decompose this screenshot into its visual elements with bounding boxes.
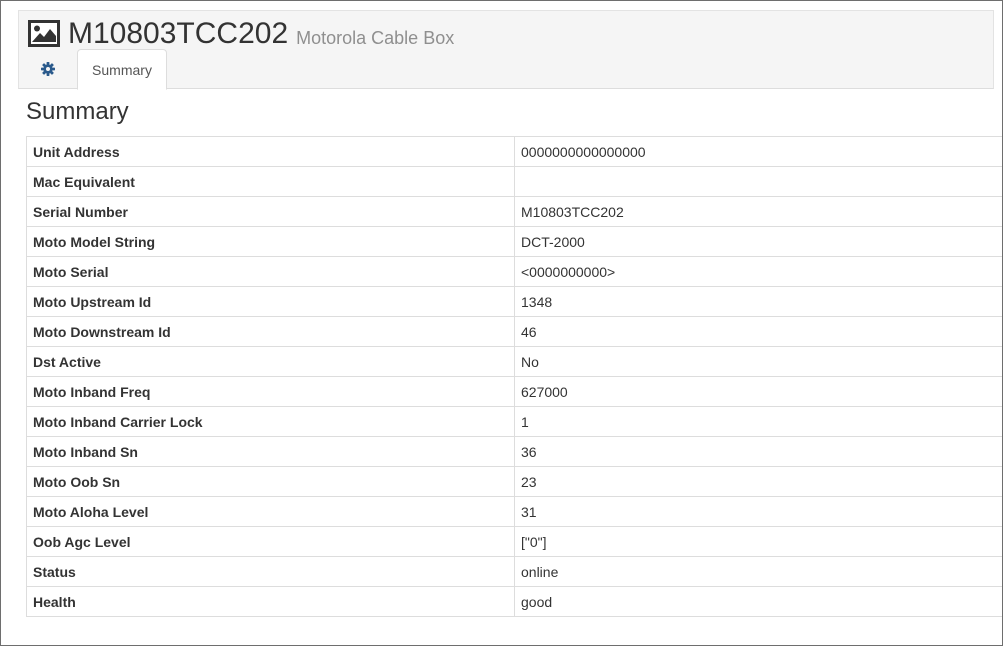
section-title: Summary <box>26 98 129 125</box>
row-value: M10803TCC202 <box>514 196 1002 227</box>
device-type: Motorola Cable Box <box>296 28 455 48</box>
row-value: <0000000000> <box>514 256 1002 287</box>
row-value: 1 <box>514 406 1002 437</box>
row-label: Moto Aloha Level <box>26 496 515 527</box>
row-label: Moto Oob Sn <box>26 466 515 497</box>
row-value: ["0"] <box>514 526 1002 557</box>
row-value: DCT-2000 <box>514 226 1002 257</box>
row-label: Status <box>26 556 515 587</box>
table-row: Moto Aloha Level 31 <box>26 496 1002 527</box>
row-label: Oob Agc Level <box>26 526 515 557</box>
row-label: Moto Inband Sn <box>26 436 515 467</box>
tab-summary[interactable]: Summary <box>77 49 167 90</box>
row-label: Moto Inband Carrier Lock <box>26 406 515 437</box>
table-row: Health good <box>26 586 1002 617</box>
table-row: Moto Oob Sn 23 <box>26 466 1002 497</box>
summary-table: Unit Address 0000000000000000 Mac Equivale… <box>26 136 1002 617</box>
table-row: Moto Inband Carrier Lock 1 <box>26 406 1002 437</box>
table-row: Status online <box>26 556 1002 587</box>
row-label: Dst Active <box>26 346 515 377</box>
table-row: Moto Serial <0000000000> <box>26 256 1002 287</box>
row-label: Mac Equivalent <box>26 166 515 197</box>
tab-bar: Summary <box>19 49 167 90</box>
row-label: Moto Downstream Id <box>26 316 515 347</box>
row-value: 46 <box>514 316 1002 347</box>
row-label: Unit Address <box>26 136 515 167</box>
table-row: Moto Downstream Id 46 <box>26 316 1002 347</box>
row-label: Serial Number <box>26 196 515 227</box>
table-row: Mac Equivalent <box>26 166 1002 197</box>
row-value <box>514 166 1002 197</box>
row-value: 31 <box>514 496 1002 527</box>
image-icon <box>28 20 60 47</box>
row-value: 1348 <box>514 286 1002 317</box>
row-value: 627000 <box>514 376 1002 407</box>
row-label: Moto Inband Freq <box>26 376 515 407</box>
table-row: Moto Inband Freq 627000 <box>26 376 1002 407</box>
device-name: M10803TCC202 <box>68 17 289 50</box>
row-label: Moto Model String <box>26 226 515 257</box>
row-value: 23 <box>514 466 1002 497</box>
gear-icon <box>41 62 55 76</box>
table-row: Serial Number M10803TCC202 <box>26 196 1002 227</box>
tab-settings[interactable] <box>19 49 77 89</box>
row-label: Moto Upstream Id <box>26 286 515 317</box>
row-value: 0000000000000000 <box>514 136 1002 167</box>
title-row: M10803TCC202 Motorola Cable Box <box>28 17 454 51</box>
page-header: M10803TCC202 Motorola Cable Box Summary <box>18 10 994 90</box>
row-value: good <box>514 586 1002 617</box>
row-value: online <box>514 556 1002 587</box>
table-row: Dst Active No <box>26 346 1002 377</box>
row-value: 36 <box>514 436 1002 467</box>
row-value: No <box>514 346 1002 377</box>
row-label: Moto Serial <box>26 256 515 287</box>
window-frame: M10803TCC202 Motorola Cable Box Summary <box>0 0 1003 646</box>
row-label: Health <box>26 586 515 617</box>
table-row: Moto Upstream Id 1348 <box>26 286 1002 317</box>
table-row: Moto Inband Sn 36 <box>26 436 1002 467</box>
table-row: Moto Model String DCT-2000 <box>26 226 1002 257</box>
table-row: Oob Agc Level ["0"] <box>26 526 1002 557</box>
table-row: Unit Address 0000000000000000 <box>26 136 1002 167</box>
